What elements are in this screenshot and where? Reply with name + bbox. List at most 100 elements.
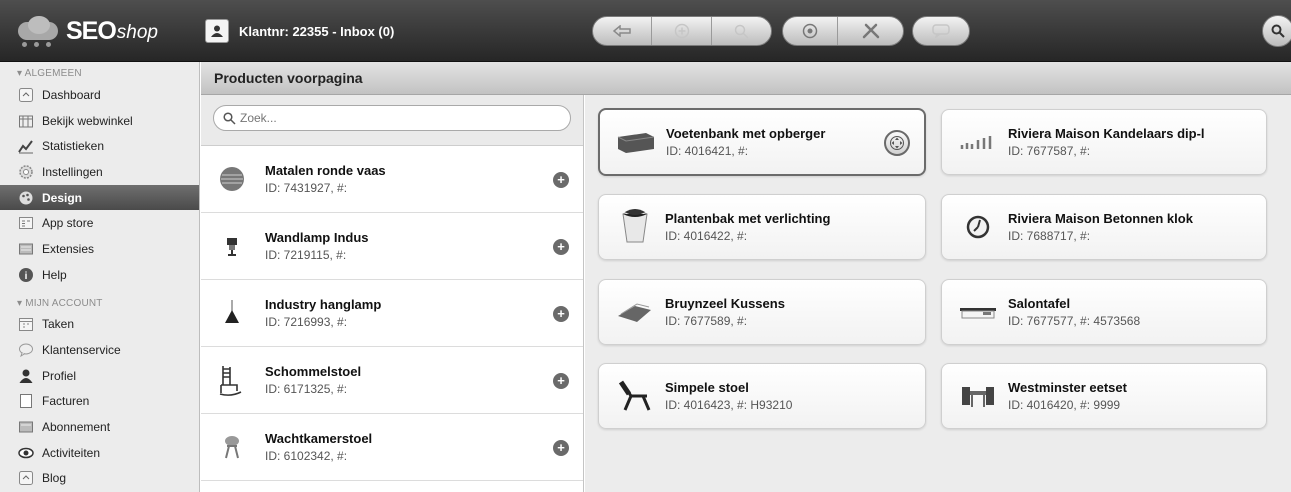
product-card[interactable]: Salontafel ID: 7677577, #: 4573568 bbox=[941, 279, 1267, 345]
help-icon: i bbox=[18, 267, 34, 283]
product-name: Schommelstoel bbox=[265, 364, 362, 379]
list-item[interactable]: Schommelstoel ID: 6171325, #: + bbox=[201, 347, 583, 414]
sidebar-item-extensies[interactable]: Extensies bbox=[0, 236, 199, 262]
chat-icon bbox=[932, 24, 950, 38]
svg-text:i: i bbox=[25, 271, 28, 282]
sidebar-item-taken[interactable]: Taken bbox=[0, 312, 199, 338]
product-id: ID: 7431927, #: bbox=[265, 181, 348, 195]
sidebar-item-label: App store bbox=[42, 216, 94, 231]
eye-icon bbox=[18, 445, 34, 461]
tools-icon bbox=[862, 23, 879, 39]
hanging-lamp-thumbnail bbox=[213, 294, 251, 332]
candle-holders-thumbnail bbox=[954, 122, 1002, 162]
move-handle[interactable] bbox=[884, 130, 910, 156]
product-id: ID: 7677589, #: bbox=[665, 314, 748, 328]
dashboard-icon bbox=[18, 87, 34, 103]
product-card[interactable]: Simpele stoel ID: 4016423, #: H93210 bbox=[598, 363, 926, 429]
add-product-button[interactable]: + bbox=[553, 172, 569, 188]
product-name: Matalen ronde vaas bbox=[265, 163, 386, 178]
toolbar-search-button[interactable] bbox=[712, 17, 771, 45]
sidebar-item-klantenservice[interactable]: Klantenservice bbox=[0, 337, 199, 363]
section-heading-algemeen[interactable]: ▾ ALGEMEEN bbox=[0, 62, 199, 82]
logo-subtext: shop bbox=[116, 22, 158, 43]
cloud-logo-icon bbox=[16, 14, 60, 48]
search-field[interactable] bbox=[213, 105, 571, 131]
product-card[interactable]: Voetenbank met opberger ID: 4016421, #: bbox=[598, 108, 926, 176]
product-card[interactable]: Riviera Maison Kandelaars dip-l ID: 7677… bbox=[941, 109, 1267, 175]
add-product-button[interactable]: + bbox=[553, 440, 569, 456]
move-icon bbox=[890, 136, 904, 150]
chat-button[interactable] bbox=[913, 17, 969, 45]
list-item[interactable]: Industry hanglamp ID: 7216993, #: + bbox=[201, 280, 583, 347]
global-search-button[interactable] bbox=[1262, 15, 1291, 47]
wall-lamp-thumbnail bbox=[213, 227, 251, 265]
add-product-button[interactable]: + bbox=[553, 373, 569, 389]
product-id: ID: 4016422, #: bbox=[665, 229, 748, 243]
sidebar-item-help[interactable]: i Help bbox=[0, 262, 199, 288]
sidebar-item-app-store[interactable]: App store bbox=[0, 210, 199, 236]
cushions-thumbnail bbox=[611, 292, 659, 332]
add-product-button[interactable]: + bbox=[553, 306, 569, 322]
product-card[interactable]: Plantenbak met verlichting ID: 4016422, … bbox=[598, 194, 926, 260]
product-name: Plantenbak met verlichting bbox=[665, 211, 831, 226]
palette-icon bbox=[18, 190, 34, 206]
sidebar-item-facturen[interactable]: Facturen bbox=[0, 389, 199, 415]
product-name: Salontafel bbox=[1008, 296, 1071, 311]
list-item[interactable]: Matalen ronde vaas ID: 7431927, #: + bbox=[201, 146, 583, 213]
waiting-chair-thumbnail bbox=[213, 428, 251, 466]
top-bar: SEO shop Klantnr: 22355 - Inbox (0) bbox=[0, 0, 1291, 62]
product-name: Riviera Maison Betonnen klok bbox=[1008, 211, 1193, 226]
back-button[interactable] bbox=[593, 17, 653, 45]
list-item[interactable]: Wachtkamerstoel ID: 6102342, #: + bbox=[201, 414, 583, 481]
product-card[interactable]: Westminster eetset ID: 4016420, #: 9999 bbox=[941, 363, 1267, 429]
product-id: ID: 4016421, #: bbox=[666, 144, 749, 158]
search-icon bbox=[223, 111, 236, 125]
sidebar-item-bekijk-webwinkel[interactable]: Bekijk webwinkel bbox=[0, 108, 199, 134]
clock-thumbnail bbox=[954, 207, 1002, 247]
sidebar-item-label: Instellingen bbox=[42, 164, 103, 179]
sidebar-item-activiteiten[interactable]: Activiteiten bbox=[0, 440, 199, 466]
product-card[interactable]: Bruynzeel Kussens ID: 7677589, #: bbox=[598, 279, 926, 345]
sidebar-item-label: Abonnement bbox=[42, 420, 111, 435]
product-name: Voetenbank met opberger bbox=[666, 126, 826, 141]
rocking-chair-thumbnail bbox=[213, 361, 251, 399]
info-button[interactable] bbox=[783, 17, 839, 45]
sidebar-item-label: Profiel bbox=[42, 368, 77, 383]
page-title: Producten voorpagina bbox=[201, 62, 1291, 95]
tools-button[interactable] bbox=[838, 17, 903, 45]
sidebar-item-blog[interactable]: Blog bbox=[0, 466, 199, 492]
search-input[interactable] bbox=[240, 111, 540, 125]
sidebar-item-profiel[interactable]: Profiel bbox=[0, 363, 199, 389]
sidebar-item-label: Statistieken bbox=[42, 139, 105, 154]
product-id: ID: 7688717, #: bbox=[1008, 229, 1091, 243]
invoice-icon bbox=[18, 393, 34, 409]
sidebar-item-label: Help bbox=[42, 267, 67, 282]
add-product-button[interactable]: + bbox=[553, 239, 569, 255]
product-card[interactable]: Riviera Maison Betonnen klok ID: 7688717… bbox=[941, 194, 1267, 260]
seoshop-logo[interactable]: SEO shop bbox=[16, 10, 158, 52]
app-icon bbox=[18, 215, 34, 231]
sidebar-item-abonnement[interactable]: Abonnement bbox=[0, 414, 199, 440]
search-bar bbox=[201, 95, 583, 146]
subscription-icon bbox=[18, 419, 34, 435]
product-id: ID: 4016423, #: H93210 bbox=[665, 398, 793, 412]
planter-thumbnail bbox=[611, 207, 659, 247]
sidebar-item-instellingen[interactable]: Instellingen bbox=[0, 159, 199, 185]
vase-thumbnail bbox=[213, 160, 251, 198]
toolbar-group-chat bbox=[912, 16, 970, 46]
sidebar-item-label: Design bbox=[42, 190, 83, 205]
sidebar-item-dashboard[interactable]: Dashboard bbox=[0, 82, 199, 108]
frontpage-products-grid: Voetenbank met opberger ID: 4016421, #: … bbox=[585, 95, 1291, 492]
sidebar-item-design[interactable]: Design bbox=[0, 184, 199, 211]
product-name: Wandlamp Indus bbox=[265, 230, 369, 245]
customer-info[interactable]: Klantnr: 22355 - Inbox (0) bbox=[205, 17, 394, 45]
search-icon bbox=[1271, 24, 1285, 38]
add-button[interactable] bbox=[652, 17, 712, 45]
list-item[interactable]: Wandlamp Indus ID: 7219115, #: + bbox=[201, 213, 583, 280]
back-arrow-icon bbox=[613, 25, 631, 37]
section-heading-mijn-account[interactable]: ▾ MIJN ACCOUNT bbox=[0, 292, 199, 312]
product-id: ID: 6102342, #: bbox=[265, 449, 348, 463]
sidebar-item-statistieken[interactable]: Statistieken bbox=[0, 133, 199, 159]
extension-icon bbox=[18, 241, 34, 257]
calendar-icon bbox=[18, 316, 34, 332]
